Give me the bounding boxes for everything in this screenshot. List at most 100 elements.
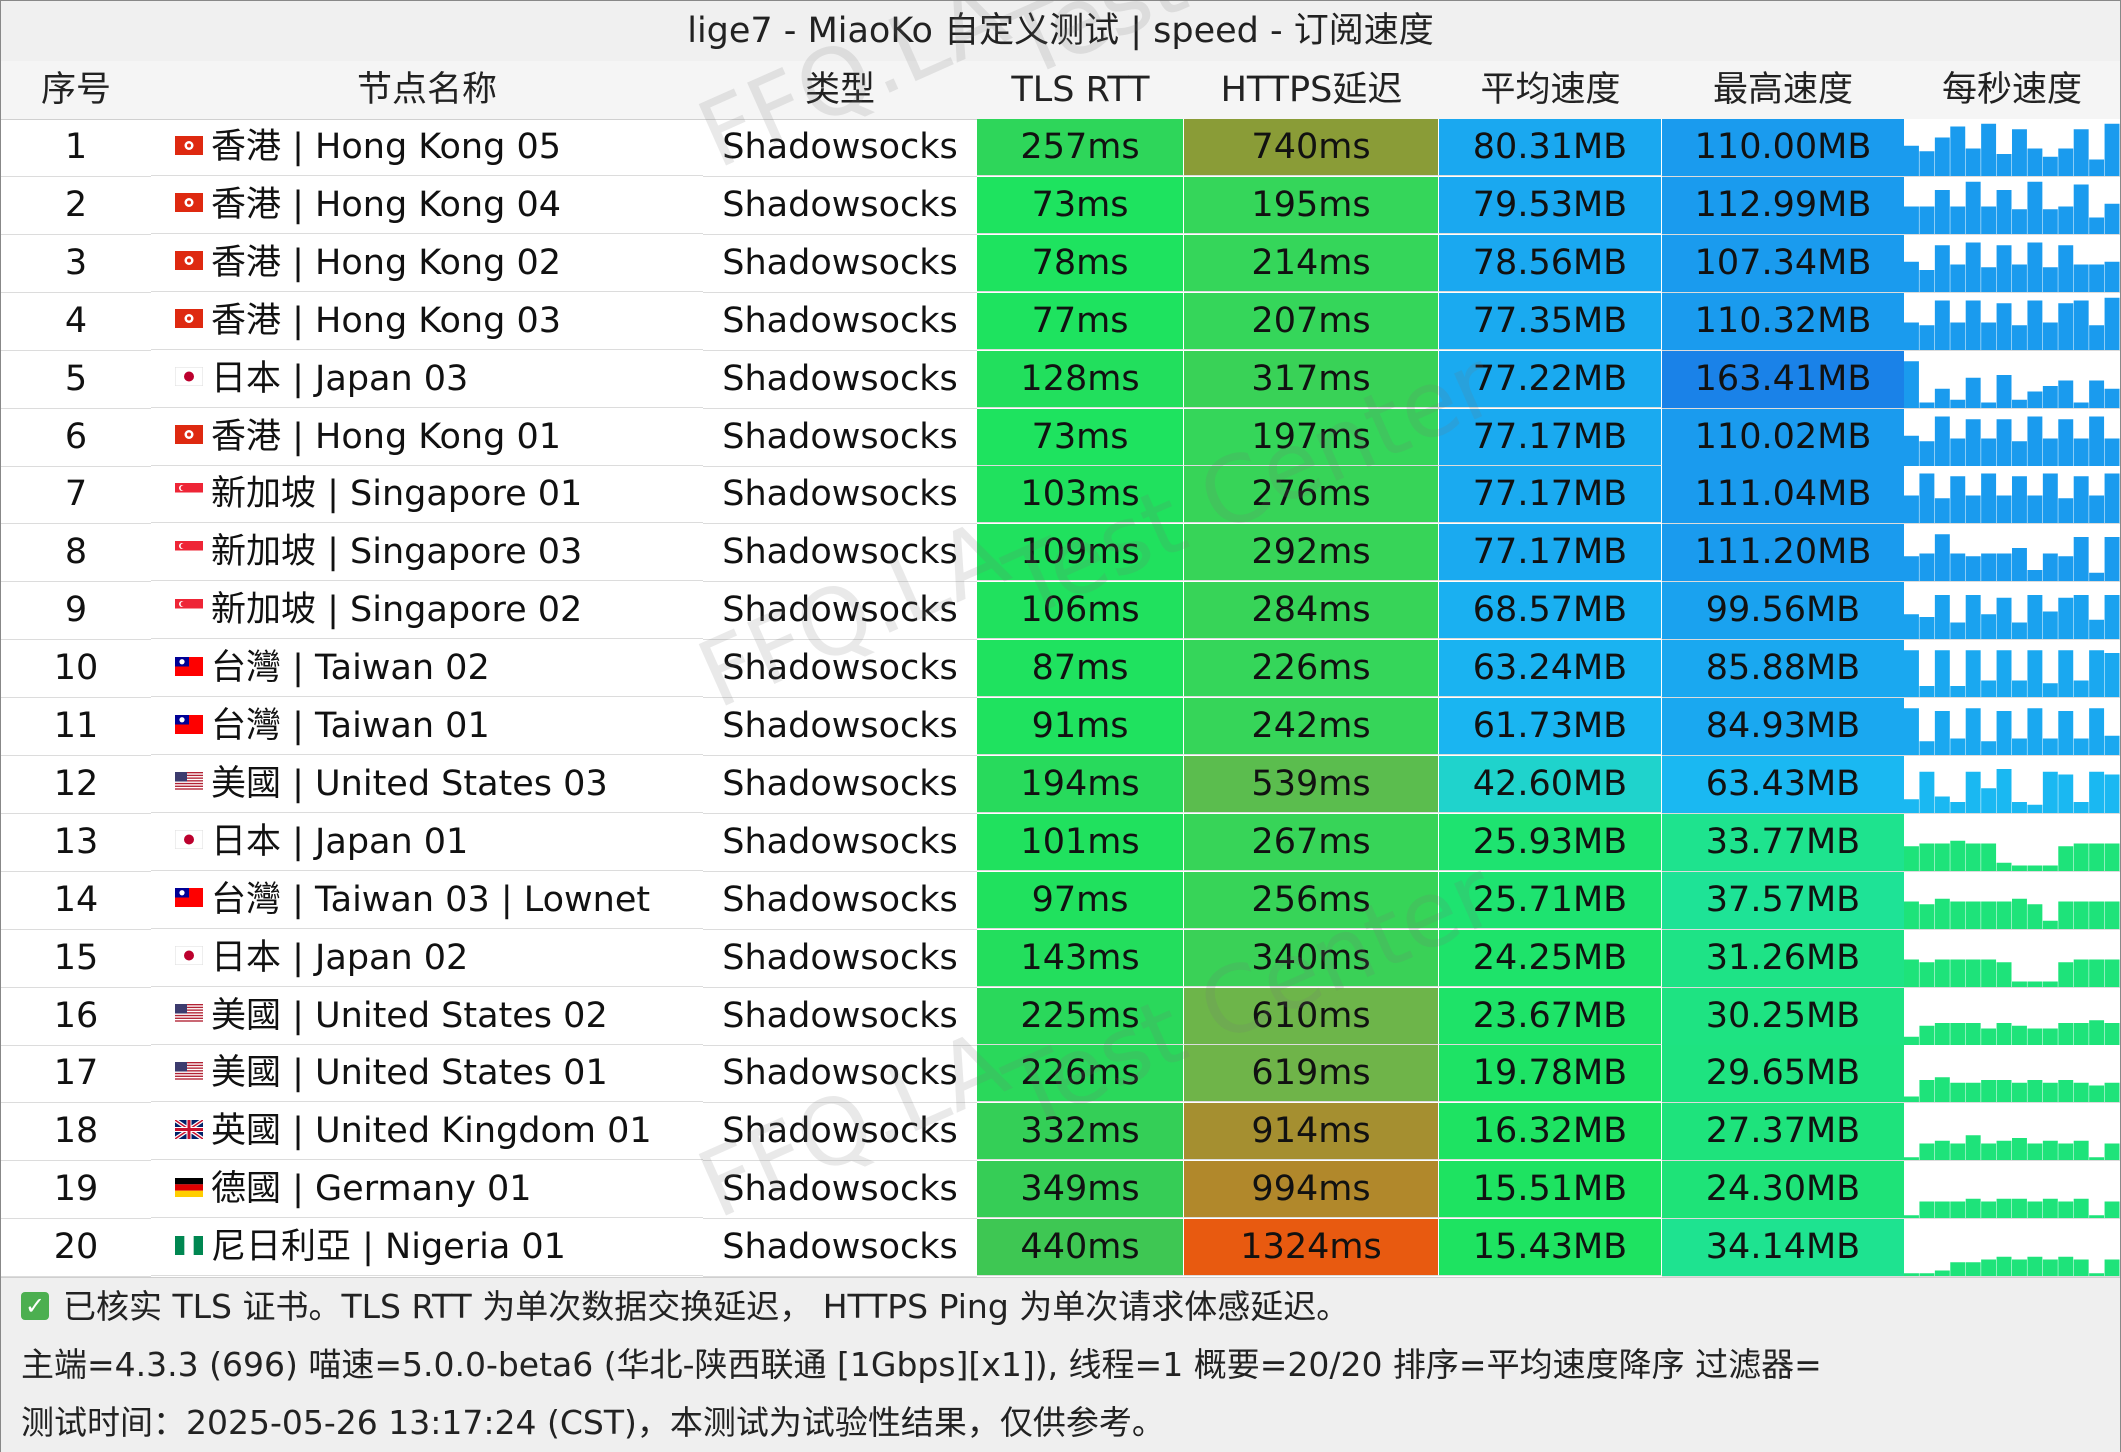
- row-index: 4: [1, 293, 151, 351]
- speed-sample-bar: [2058, 1022, 2074, 1045]
- table-row: 9 新加坡 | Singapore 02 Shadowsocks 106ms 284ms…: [1, 582, 2120, 641]
- speed-sample-bar: [1996, 901, 2012, 929]
- speed-sample-bar: [1965, 242, 1981, 292]
- tw-flag-icon: [175, 706, 211, 746]
- speed-sample-bar: [1934, 388, 1950, 408]
- row-index: 11: [1, 698, 151, 756]
- row-index: 17: [1, 1045, 151, 1104]
- speed-sample-bar: [1981, 438, 1997, 466]
- row-index: 9: [1, 582, 151, 641]
- speed-sample-bar: [1996, 302, 2012, 350]
- table-row: 6 香港 | Hong Kong 01 Shadowsocks 73ms 197ms 77…: [1, 408, 2120, 467]
- node-name: 香港 | Hong Kong 03: [211, 300, 561, 341]
- speed-sample-bar: [1950, 553, 1966, 582]
- max-speed-value: 85.88MB: [1662, 640, 1904, 699]
- speed-sample-bar: [1981, 614, 1997, 640]
- node-name: 美國 | United States 02: [211, 995, 608, 1036]
- row-index: 7: [1, 466, 151, 525]
- node-type: Shadowsocks: [703, 1045, 977, 1104]
- speed-sample-bar: [2104, 203, 2120, 234]
- node-name: 新加坡 | Singapore 02: [211, 590, 583, 631]
- https-delay-value: 226ms: [1184, 640, 1439, 698]
- speed-sample-bar: [2042, 683, 2058, 698]
- speed-sample-bar: [1904, 708, 1919, 755]
- node-type: Shadowsocks: [703, 235, 977, 293]
- speed-sample-bar: [1919, 741, 1935, 755]
- speed-sample-bar: [2012, 440, 2027, 466]
- speed-sample-bar: [1919, 843, 1935, 871]
- speed-sample-bar: [1981, 1080, 1997, 1103]
- speed-sample-bar: [2089, 901, 2105, 929]
- speed-sample-bar: [1919, 206, 1935, 234]
- table-row: 2 香港 | Hong Kong 04 Shadowsocks 73ms 195ms 79…: [1, 176, 2120, 235]
- max-speed-value: 24.30MB: [1662, 1161, 1904, 1220]
- speed-sample-bar: [2042, 209, 2058, 234]
- node-type: Shadowsocks: [703, 988, 977, 1046]
- avg-speed-value: 61.73MB: [1439, 698, 1662, 755]
- speed-sample-bar: [2042, 385, 2058, 408]
- avg-speed-value: 24.25MB: [1439, 929, 1662, 987]
- max-speed-value: 112.99MB: [1662, 176, 1904, 235]
- speed-sample-bar: [2058, 556, 2074, 582]
- node-name: 新加坡 | Singapore 03: [211, 532, 583, 573]
- table-row: 18 英國 | United Kingdom 01 Shadowsocks 332ms…: [1, 1103, 2120, 1162]
- speed-sample-bar: [2089, 1019, 2105, 1045]
- speed-sample-bar: [1981, 206, 1997, 234]
- per-second-speed-chart: [1904, 350, 2120, 409]
- node-name: 香港 | Hong Kong 01: [211, 416, 561, 457]
- speed-sample-bar: [2012, 865, 2027, 871]
- node-name-cell: 台灣 | Taiwan 01: [151, 698, 703, 755]
- node-type: Shadowsocks: [703, 640, 977, 699]
- speed-sample-bar: [2073, 184, 2089, 234]
- https-delay-value: 242ms: [1184, 698, 1439, 755]
- speed-sample-bar: [1934, 898, 1950, 929]
- hk-flag-icon: [175, 301, 211, 341]
- row-index: 20: [1, 1219, 151, 1278]
- node-name-cell: 台灣 | Taiwan 03 | Lownet: [151, 872, 703, 929]
- avg-speed-value: 80.31MB: [1439, 119, 1662, 176]
- speed-sample-bar: [1950, 206, 1966, 234]
- speed-sample-bar: [1904, 435, 1919, 466]
- table-row: 13 日本 | Japan 01 Shadowsocks 101ms 267ms 25.9…: [1, 813, 2120, 872]
- node-name-cell: 新加坡 | Singapore 03: [151, 524, 703, 582]
- speed-sample-bar: [2042, 267, 2058, 292]
- https-delay-value: 195ms: [1184, 176, 1439, 234]
- table-row: 11 台灣 | Taiwan 01 Shadowsocks 91ms 242ms 61.7…: [1, 698, 2120, 756]
- node-name-cell: 美國 | United States 03: [151, 756, 703, 813]
- speed-sample-bar: [1934, 650, 1950, 698]
- per-second-speed-chart: [1904, 582, 2120, 641]
- speed-sample-bar: [1904, 145, 1919, 176]
- max-speed-value: 111.20MB: [1662, 524, 1904, 583]
- speed-sample-bar: [2073, 901, 2089, 929]
- speed-sample-bar: [2089, 843, 2105, 871]
- node-name: 尼日利亞 | Nigeria 01: [211, 1227, 566, 1268]
- speed-sample-bar: [2027, 1256, 2043, 1277]
- speed-sample-bar: [2058, 774, 2074, 813]
- speed-sample-bar: [1981, 843, 1997, 871]
- speed-sample-bar: [1934, 1141, 1950, 1161]
- speed-sample-bar: [2027, 1143, 2043, 1161]
- speed-sample-bar: [1965, 959, 1981, 987]
- sg-flag-icon: [175, 532, 211, 572]
- per-second-speed-chart: [1904, 929, 2120, 988]
- header-tls-rtt: TLS RTT: [1011, 70, 1150, 110]
- row-index: 1: [1, 119, 151, 177]
- row-index: 6: [1, 409, 151, 467]
- speed-sample-bar: [1934, 1022, 1950, 1045]
- max-speed-value: 99.56MB: [1662, 582, 1904, 641]
- table-row: 17 美國 | United States 01 Shadowsocks 226ms 6…: [1, 1045, 2120, 1104]
- jp-flag-icon: [175, 359, 211, 399]
- speed-sample-bar: [2012, 1259, 2027, 1277]
- speed-sample-bar: [1950, 801, 1966, 813]
- node-type: Shadowsocks: [703, 1103, 977, 1162]
- speed-sample-bar: [2089, 416, 2105, 466]
- row-index: 15: [1, 930, 151, 988]
- tls-rtt-value: 349ms: [977, 1161, 1184, 1219]
- https-delay-value: 340ms: [1184, 929, 1439, 987]
- speed-sample-bar: [2042, 865, 2058, 871]
- speed-sample-bar: [2073, 129, 2089, 176]
- speed-sample-bar: [1965, 650, 1981, 698]
- speed-sample-bar: [1934, 189, 1950, 234]
- speed-sample-bar: [2042, 1259, 2058, 1277]
- check-icon: ✓: [21, 1291, 49, 1320]
